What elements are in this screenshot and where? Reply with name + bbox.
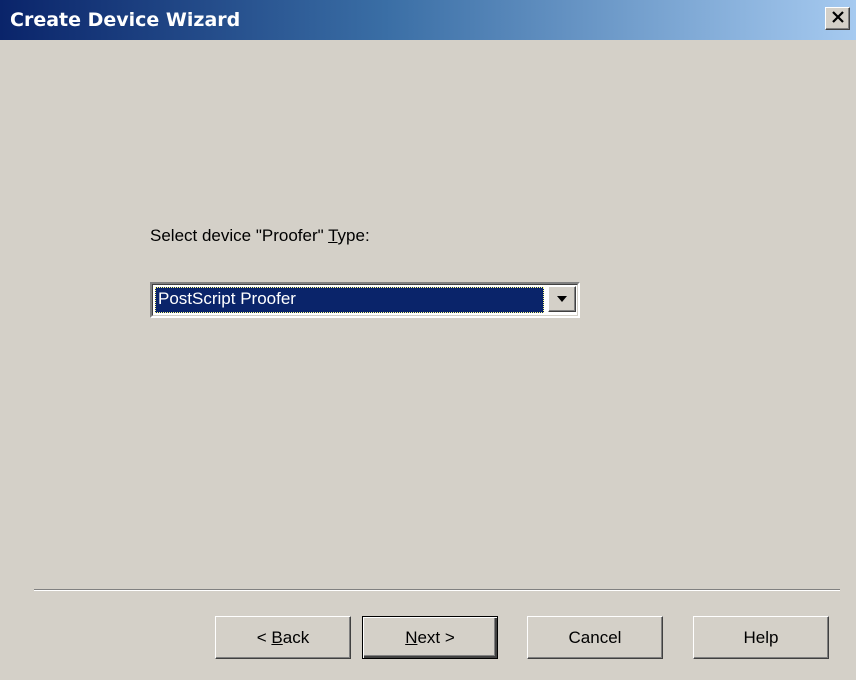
next-button-label: Next > xyxy=(405,628,455,648)
device-type-label-suffix: ype: xyxy=(337,226,370,245)
device-type-dropdown[interactable]: PostScript Proofer xyxy=(150,282,580,318)
cancel-button[interactable]: Cancel xyxy=(527,616,663,659)
next-button[interactable]: Next > xyxy=(362,616,498,659)
dropdown-arrow-button[interactable] xyxy=(548,286,576,312)
help-button[interactable]: Help xyxy=(693,616,829,659)
back-button[interactable]: < Back xyxy=(215,616,351,659)
help-button-label: Help xyxy=(743,627,779,647)
back-button-prefix: < xyxy=(256,627,272,647)
wizard-window: Create Device Wizard Select device "Proo… xyxy=(0,0,856,680)
next-button-suffix: ext > xyxy=(417,627,455,647)
device-type-label-prefix: Select device "Proofer" xyxy=(150,226,329,245)
title-bar[interactable]: Create Device Wizard xyxy=(0,0,856,40)
close-icon xyxy=(831,10,845,28)
close-button[interactable] xyxy=(825,7,850,30)
window-title: Create Device Wizard xyxy=(10,9,241,31)
cancel-button-label: Cancel xyxy=(568,627,622,647)
device-type-selected-value[interactable]: PostScript Proofer xyxy=(155,287,544,313)
device-type-label: Select device "Proofer" Type: xyxy=(150,226,370,246)
button-separator xyxy=(34,589,840,591)
back-button-accel: B xyxy=(271,627,283,647)
device-type-label-accel: T xyxy=(328,226,338,245)
chevron-down-icon xyxy=(556,290,568,308)
back-button-label: < Back xyxy=(257,628,309,648)
back-button-suffix: ack xyxy=(282,627,310,647)
next-button-accel: N xyxy=(405,627,418,647)
